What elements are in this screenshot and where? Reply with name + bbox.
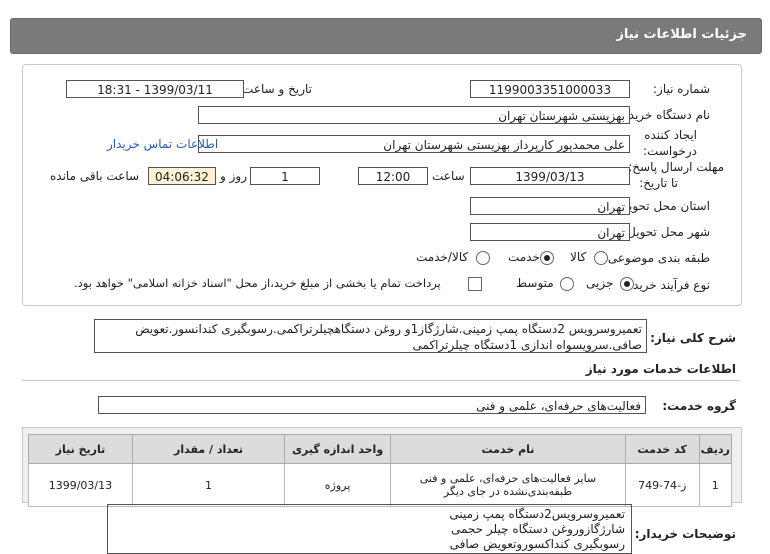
announce-datetime-field: 1399/03/11 - 18:31 bbox=[66, 80, 244, 98]
deadline-time-field: 12:00 bbox=[358, 167, 428, 185]
row-name: سایر فعالیت‌های حرفه‌ای، علمی و فنی طبقه… bbox=[390, 463, 626, 507]
service-group-label: گروه خدمت: bbox=[662, 399, 736, 413]
col-unit: واحد اندازه گیری bbox=[284, 434, 391, 464]
description-field: تعمیروسرویس 2دستگاه پمپ زمینی.شارژگاز1و … bbox=[94, 319, 647, 353]
buyer-notes-field: تعمیروسرویس2دستگاه پمپ زمینی شارژگازوروغ… bbox=[107, 504, 632, 554]
province-field: تهران bbox=[470, 197, 630, 215]
col-code: کد خدمت bbox=[624, 434, 700, 464]
need-number-label: شماره نیاز: bbox=[653, 82, 710, 96]
time-label: ساعت bbox=[432, 169, 465, 183]
row-qty: 1 bbox=[131, 463, 286, 507]
remaining-time-field: 04:06:32 bbox=[148, 167, 216, 185]
city-label: شهر محل تحویل: bbox=[623, 225, 710, 239]
col-index: ردیف bbox=[698, 434, 733, 464]
buyer-notes-line: تعمیروسرویس2دستگاه پمپ زمینی bbox=[449, 507, 625, 521]
requester-label-1: ایجاد کننده bbox=[644, 128, 697, 142]
row-code: ز-74-749 bbox=[624, 463, 700, 507]
remaining-label: ساعت باقی مانده bbox=[50, 169, 140, 183]
process-option-minor: جزیی bbox=[586, 276, 614, 290]
page-title: جزئیات اطلاعات نیاز bbox=[616, 27, 747, 42]
need-number-field: 1199003351000033 bbox=[470, 80, 630, 98]
col-qty: تعداد / مقدار bbox=[131, 434, 286, 464]
col-name: نام خدمت bbox=[390, 434, 626, 464]
requester-field: علی محمدپور کارپرداز بهزیستی شهرستان تهر… bbox=[198, 135, 630, 153]
services-table: ردیف کد خدمت نام خدمت واحد اندازه گیری ت… bbox=[28, 434, 733, 507]
category-radio-service[interactable] bbox=[540, 251, 554, 265]
deadline-label-2: تا تاریخ: bbox=[639, 176, 678, 190]
col-date: تاریخ نیاز bbox=[28, 434, 133, 464]
category-option-goods: کالا bbox=[570, 250, 587, 264]
requester-label-2: درخواست: bbox=[643, 144, 697, 158]
process-option-medium: متوسط bbox=[516, 276, 554, 290]
treasury-payment-note: پرداخت تمام یا بخشی از مبلغ خرید،از محل … bbox=[74, 276, 441, 290]
category-label: طبقه بندی موضوعی: bbox=[603, 251, 710, 265]
process-radio-minor[interactable] bbox=[620, 277, 634, 291]
category-radio-goods-service[interactable] bbox=[476, 251, 490, 265]
row-unit: پروژه bbox=[284, 463, 391, 507]
process-label: نوع فرآیند خرید : bbox=[625, 278, 710, 292]
buyer-org-field: بهزیستی شهرستان تهران bbox=[198, 106, 630, 124]
deadline-label-1: مهلت ارسال پاسخ: bbox=[628, 160, 724, 174]
services-section-title: اطلاعات خدمات مورد نیاز bbox=[585, 362, 736, 376]
row-date: 1399/03/13 bbox=[28, 463, 133, 507]
table-row: 1 ز-74-749 سایر فعالیت‌های حرفه‌ای، علمی… bbox=[28, 463, 733, 507]
details-panel bbox=[22, 64, 742, 306]
buyer-notes-line: شارژگازوروغن دستگاه چیلر حجمی bbox=[450, 522, 625, 536]
days-field: 1 bbox=[250, 167, 320, 185]
days-label: روز و bbox=[220, 169, 247, 183]
category-option-goods-service: کالا/خدمت bbox=[416, 250, 469, 264]
category-radio-goods[interactable] bbox=[594, 251, 608, 265]
services-table-header: ردیف کد خدمت نام خدمت واحد اندازه گیری ت… bbox=[28, 434, 733, 464]
section-divider bbox=[22, 380, 740, 381]
buyer-contact-link[interactable]: اطلاعات تماس خریدار bbox=[107, 137, 218, 151]
description-label: شرح کلی نیاز: bbox=[650, 331, 736, 345]
row-index: 1 bbox=[698, 463, 733, 507]
city-field: تهران bbox=[470, 223, 630, 241]
buyer-notes-label: توضیحات خریدار: bbox=[634, 527, 736, 541]
category-option-service: خدمت bbox=[508, 250, 540, 264]
process-radio-medium[interactable] bbox=[560, 277, 574, 291]
treasury-payment-checkbox[interactable] bbox=[468, 277, 482, 291]
deadline-date-field: 1399/03/13 bbox=[470, 167, 630, 185]
page-header: جزئیات اطلاعات نیاز bbox=[10, 18, 762, 54]
service-group-field: فعالیت‌های حرفه‌ای، علمی و فنی bbox=[98, 396, 646, 414]
